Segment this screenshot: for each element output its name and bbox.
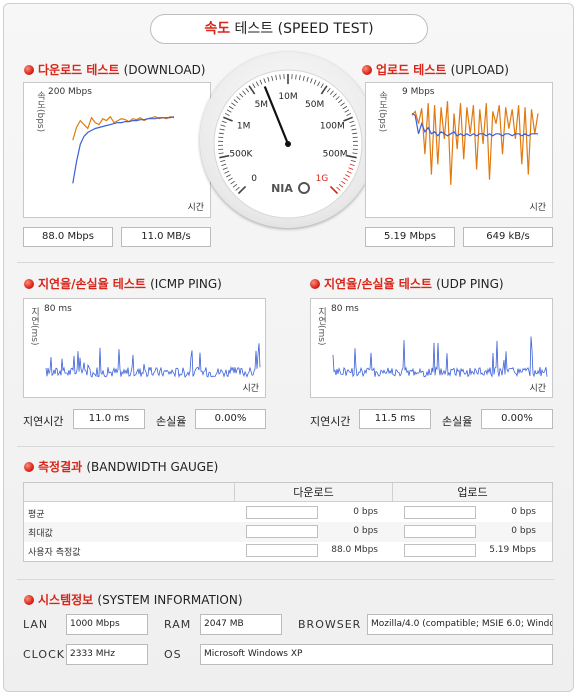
upload-bar — [404, 544, 476, 557]
browser-label: BROWSER — [298, 618, 362, 631]
speed-gauge: 0 500K 1M 5M 10M 50M 100M 500M 1G NIA — [200, 52, 376, 228]
download-row-value: 0 bps — [353, 526, 378, 536]
gauge-tick-label: 10M — [278, 92, 297, 102]
lan-value: 1000 Mbps — [66, 614, 148, 635]
bandwidth-section-title: 측정결과 (BANDWIDTH GAUGE) — [24, 458, 218, 475]
upload-section-title: 업로드 테스트 (UPLOAD) — [362, 61, 509, 78]
gauge-tick-label: 1G — [316, 174, 329, 184]
clock-label: CLOCK — [23, 648, 65, 661]
bandwidth-header-upload: 업로드 — [392, 483, 552, 502]
udp-latency-label: 지연시간 — [310, 415, 351, 428]
os-value: Microsoft Windows XP — [200, 644, 553, 665]
gauge-hub — [285, 141, 291, 147]
icmp-loss-value: 0.00% — [195, 409, 266, 429]
gauge-tick-label: 0 — [251, 174, 257, 184]
system-section-title: 시스템정보 (SYSTEM INFORMATION) — [24, 591, 243, 608]
udp-loss-label: 손실율 — [442, 415, 473, 428]
bullet-icon — [310, 279, 320, 289]
download-row-value: 88.0 Mbps — [331, 545, 378, 555]
udp-section-title: 지연율/손실율 테스트 (UDP PING) — [310, 275, 504, 292]
download-bar — [246, 544, 318, 557]
download-ylabel: 속도(bps) — [35, 91, 45, 133]
upload-graph: 9 Mbps 속도(bps) 시간 — [365, 82, 553, 218]
upload-kbs-value: 649 kB/s — [463, 227, 553, 247]
udp-graph-lines — [332, 336, 548, 378]
title-rest: 테스트 (SPEED TEST) — [234, 21, 374, 37]
upload-mbps-value: 5.19 Mbps — [365, 227, 455, 247]
lan-label: LAN — [23, 618, 49, 631]
icmp-section-title: 지연율/손실율 테스트 (ICMP PING) — [24, 275, 222, 292]
gauge-tick-label: 500M — [323, 149, 348, 159]
icmp-latency-value: 11.0 ms — [73, 409, 145, 429]
icmp-latency-label: 지연시간 — [23, 415, 64, 428]
gauge-tick-label: 1M — [237, 122, 251, 132]
upload-row-value: 0 bps — [511, 507, 536, 517]
gauge-tick-label: 500K — [229, 149, 253, 159]
udp-max-label: 80 ms — [331, 304, 359, 314]
upload-ylabel: 속도(bps) — [377, 91, 387, 133]
browser-value: Mozilla/4.0 (compatible; MSIE 6.0; Windo — [367, 614, 553, 635]
bullet-icon — [24, 595, 34, 605]
download-max-label: 200 Mbps — [48, 87, 92, 97]
gauge-tick-label: 5M — [255, 100, 269, 110]
upload-xlabel: 시간 — [529, 203, 546, 213]
download-graph-lines — [72, 115, 175, 184]
bandwidth-row-label: 최대값 — [28, 529, 53, 539]
ram-label: RAM — [164, 618, 192, 631]
udp-xlabel: 시간 — [529, 384, 546, 394]
ram-value: 2047 MB — [200, 614, 282, 635]
bandwidth-header-blank — [24, 483, 234, 502]
download-section-title: 다운로드 테스트 (DOWNLOAD) — [24, 61, 206, 78]
bandwidth-row-label: 평균 — [28, 510, 45, 520]
icmp-graph: 80 ms 지연(ms) 시간 — [23, 298, 266, 398]
divider — [17, 262, 554, 263]
udp-latency-value: 11.5 ms — [359, 409, 431, 429]
udp-latency-line — [332, 336, 548, 378]
upload-graph-lines — [411, 101, 539, 185]
bullet-icon — [24, 279, 34, 289]
icmp-latency-line — [45, 343, 261, 379]
download-graph: 200 Mbps 속도(bps) 시간 — [23, 82, 211, 218]
bandwidth-header-download: 다운로드 — [234, 483, 392, 502]
download-bar — [246, 506, 318, 519]
download-mbs-value: 11.0 MB/s — [121, 227, 211, 247]
download-mbps-value: 88.0 Mbps — [23, 227, 113, 247]
icmp-loss-label: 손실율 — [156, 415, 187, 428]
bandwidth-row-label: 사용자 측정값 — [28, 548, 81, 558]
gauge-dial: 0 500K 1M 5M 10M 50M 100M 500M 1G NIA — [213, 69, 363, 219]
upload-row-value: 0 bps — [511, 526, 536, 536]
gauge-tick-label: 100M — [320, 122, 345, 132]
bullet-icon — [24, 65, 34, 75]
download-row-value: 0 bps — [353, 507, 378, 517]
bandwidth-row: 평균 0 bps 0 bps — [24, 503, 552, 523]
bandwidth-row: 사용자 측정값 88.0 Mbps 5.19 Mbps — [24, 541, 552, 561]
clock-value: 2333 MHz — [66, 644, 148, 665]
upload-max-label: 9 Mbps — [402, 87, 435, 97]
udp-ylabel: 지연(ms) — [316, 307, 326, 346]
bandwidth-row: 최대값 0 bps 0 bps — [24, 522, 552, 542]
icmp-ylabel: 지연(ms) — [29, 307, 39, 346]
icmp-max-label: 80 ms — [44, 304, 72, 314]
udp-loss-value: 0.00% — [481, 409, 553, 429]
download-line-series-0 — [72, 115, 175, 141]
upload-bar — [404, 525, 476, 538]
icmp-xlabel: 시간 — [242, 384, 259, 394]
page-title: 속도 테스트 (SPEED TEST) — [150, 14, 428, 44]
divider — [17, 446, 554, 447]
os-label: OS — [164, 648, 182, 661]
bullet-icon — [24, 462, 34, 472]
bandwidth-table: 다운로드 업로드 평균 0 bps 0 bps 최대값 0 bps 0 bps 사용자 측정… — [23, 482, 553, 562]
icmp-graph-lines — [45, 343, 261, 379]
upload-bar — [404, 506, 476, 519]
upload-line-series-0 — [411, 101, 539, 185]
gauge-brand: NIA — [271, 182, 293, 195]
udp-graph: 80 ms 지연(ms) 시간 — [310, 298, 553, 398]
download-bar — [246, 525, 318, 538]
title-red: 속도 — [204, 21, 231, 37]
upload-row-value: 5.19 Mbps — [489, 545, 536, 555]
bullet-icon — [362, 65, 372, 75]
gauge-tick-label: 50M — [305, 100, 324, 110]
divider — [17, 579, 554, 580]
